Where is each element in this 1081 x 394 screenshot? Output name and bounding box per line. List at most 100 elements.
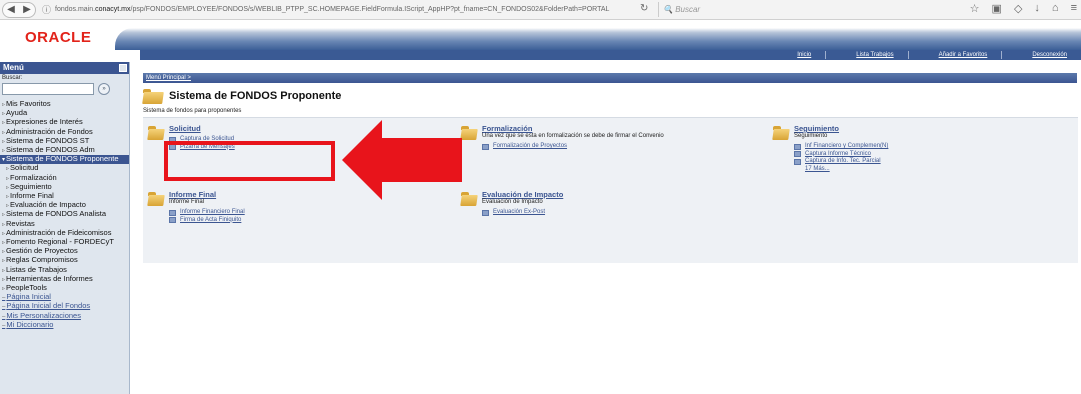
folder-icon — [461, 192, 477, 206]
section-link[interactable]: Formalización de Proyectos — [482, 143, 664, 151]
sidebar-item-label: Gestión de Proyectos — [6, 246, 78, 256]
sidebar-item-label: Administración de Fondos — [6, 126, 93, 136]
section-links: Evaluación Ex-Post — [482, 209, 563, 217]
section-link[interactable]: Informe Financiero Final — [169, 209, 245, 217]
search-label: Buscar: — [2, 75, 23, 81]
minimize-icon[interactable] — [119, 64, 127, 72]
reload-icon[interactable]: ↻ — [640, 3, 648, 14]
collapsed-icon: ▹ — [2, 138, 6, 145]
section-description: Evaluación de Impacto — [482, 199, 543, 205]
collapsed-icon: ▹ — [2, 267, 6, 274]
back-icon[interactable]: ◀ — [3, 3, 19, 17]
section-description: Una vez que se esta en formalización se … — [482, 133, 664, 139]
section-link[interactable]: Evaluación Ex-Post — [482, 209, 563, 217]
collapsed-icon: ▹ — [2, 276, 6, 283]
title-row: Sistema de FONDOS Proponente — [143, 87, 1078, 105]
collapsed-icon: ▹ — [2, 249, 6, 256]
folder-icon — [773, 126, 789, 140]
star-icon[interactable]: ☆ — [970, 2, 980, 15]
section-links: Formalización de Proyectos — [482, 143, 664, 151]
collapsed-icon: – — [2, 304, 6, 311]
collapsed-icon: ▹ — [2, 221, 6, 228]
section-header: Formalización Una vez que se esta en form… — [461, 124, 664, 151]
search-icon: 🔍 — [663, 5, 676, 14]
sidebar-item-label: Listas de Trabajos — [6, 264, 67, 274]
section-link[interactable]: Captura de Info. Tec. Parcial — [794, 158, 888, 166]
sidebar-item-label: Expresiones de Interés — [6, 117, 83, 127]
breadcrumb[interactable]: Menú Principal > — [143, 73, 1077, 83]
expanded-icon: ▾ — [2, 157, 6, 164]
browser-search-input[interactable]: 🔍 Buscar — [658, 2, 888, 17]
breadcrumb-text[interactable]: Menú Principal > — [146, 75, 191, 81]
download-icon[interactable]: ↓ — [1034, 2, 1040, 15]
menu-tree: ▹Mis Favoritos ▹Ayuda ▹Expresiones de Inte… — [0, 99, 129, 330]
search-go-button[interactable]: » — [98, 83, 110, 95]
link-inicio[interactable]: Inicio — [767, 51, 825, 59]
sidebar-item-label: Sistema de FONDOS Analista — [6, 209, 107, 219]
section-title[interactable]: Seguimiento — [794, 124, 888, 133]
sidebar-item-label: Sistema de FONDOS Proponente — [6, 154, 119, 164]
collapsed-icon: ▹ — [2, 258, 6, 265]
link-add-favorites[interactable]: Añadir a Favoritos — [907, 51, 1002, 59]
section-description: Informe Final — [169, 199, 205, 205]
home-icon[interactable]: ⌂ — [1052, 2, 1059, 15]
section-title[interactable]: Evaluación de Impacto — [482, 190, 563, 199]
sections-panel: Solicitud Captura de Solicitud Pizarra de … — [143, 117, 1078, 263]
document-icon — [482, 143, 489, 150]
collapsed-icon: – — [2, 313, 6, 320]
sidebar-item-label: Administración de Fideicomisos — [6, 227, 112, 237]
section-link[interactable]: Firma de Acta Finiquito — [169, 217, 245, 225]
collapsed-icon: – — [2, 322, 6, 329]
more-link[interactable]: 17 Más... — [805, 166, 888, 173]
section-header: Seguimiento Seguimiento Inf Financiero y C… — [773, 124, 888, 173]
header-band — [115, 28, 1081, 50]
link-lista-trabajos[interactable]: Lista Trabajos — [825, 51, 907, 59]
collapsed-icon: – — [2, 295, 6, 302]
section-links: Informe Financiero Final Firma de Acta Fi… — [169, 209, 245, 224]
sidebar-item-label: Revistas — [6, 218, 35, 228]
collapsed-icon: ▹ — [2, 102, 6, 108]
section-title[interactable]: Formalización — [482, 124, 664, 133]
link-logout[interactable]: Desconexión — [1001, 51, 1081, 59]
shield-icon[interactable]: ◇ — [1014, 2, 1022, 15]
url-prefix: fondos.main. — [55, 6, 96, 13]
forward-icon[interactable]: ▶ — [19, 3, 35, 17]
sidebar-item-label: PeopleTools — [6, 283, 47, 293]
folder-icon — [148, 192, 164, 206]
collapsed-icon: ▹ — [2, 120, 6, 127]
section-title[interactable]: Solicitud — [169, 124, 235, 133]
sidebar-item[interactable]: –Mi Diccionario — [0, 319, 129, 330]
collapsed-icon: ▹ — [6, 203, 10, 210]
sidebar-item-label: Formalización — [10, 172, 57, 182]
nav-buttons: ◀ ▶ — [2, 1, 36, 18]
section-link-label: Informe Financiero Final — [180, 209, 245, 215]
section: Informe Final Informe Final Informe Financ… — [148, 190, 245, 224]
sidebar-item-label: Evaluación de Impacto — [10, 200, 86, 210]
section-title[interactable]: Informe Final — [169, 190, 245, 199]
section-header: Informe Final Informe Final Informe Financ… — [148, 190, 245, 224]
section-link-label: Inf Financiero y Complemen(N) — [805, 143, 889, 149]
site-info-icon[interactable]: ⓘ — [42, 3, 51, 16]
document-icon — [794, 158, 801, 165]
collapsed-icon: ▹ — [2, 230, 6, 237]
sidebar-item-label: Mi Diccionario — [6, 319, 54, 329]
folder-icon — [143, 88, 163, 104]
menu-icon[interactable]: ≡ — [1071, 2, 1077, 15]
document-icon — [794, 143, 801, 150]
menu-header: Menú — [0, 62, 129, 74]
sidebar-item-label: Sistema de FONDOS Adm — [6, 145, 95, 155]
folder-icon — [461, 126, 477, 140]
collapsed-icon: ▹ — [6, 166, 10, 173]
menu-search-input[interactable] — [2, 83, 94, 95]
app-header: ORACLE Inicio Lista Trabajos Añadir a Fa… — [0, 20, 1081, 62]
section-link[interactable]: Inf Financiero y Complemen(N) — [794, 143, 888, 151]
collapsed-icon: ▹ — [2, 286, 6, 293]
section-link[interactable]: Captura Informe Técnico — [794, 151, 888, 159]
collapsed-icon: ▹ — [2, 148, 6, 155]
sidebar-item-label: Ayuda — [6, 108, 28, 118]
section-link-label: Captura de Info. Tec. Parcial — [805, 158, 881, 164]
sidebar-item-label: Mis Favoritos — [6, 99, 51, 108]
clipboard-icon[interactable]: ▣ — [992, 2, 1002, 15]
address-bar[interactable]: fondos.main.conacyt.mx/psp/FONDOS/EMPLOY… — [55, 6, 609, 13]
sidebar-item-label: Sistema de FONDOS ST — [6, 135, 90, 145]
